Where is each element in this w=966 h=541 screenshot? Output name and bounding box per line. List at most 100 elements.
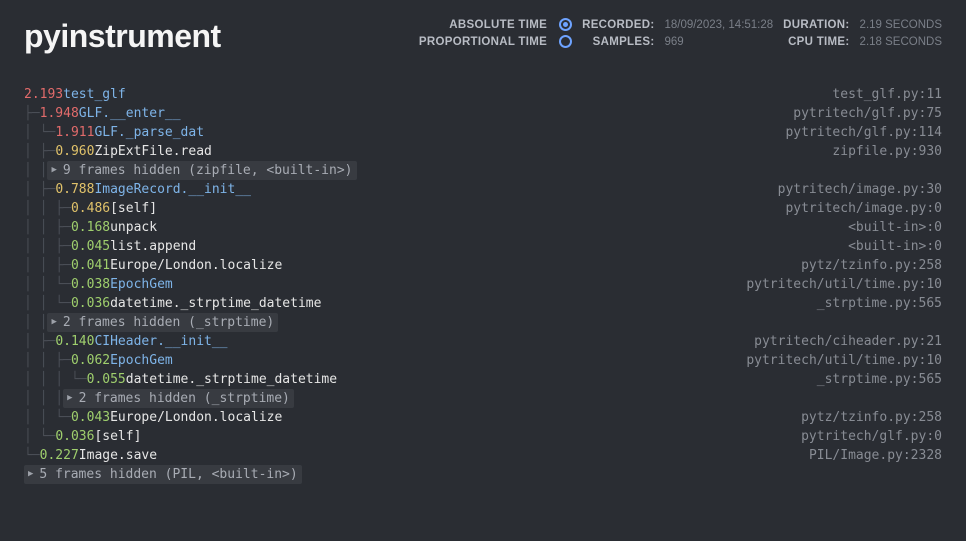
frame-time: 0.043 — [71, 408, 110, 427]
frame-location: pytritech/glf.py:75 — [793, 104, 942, 123]
frame-name: test_glf — [63, 85, 126, 104]
frame-location: <built-in>:0 — [848, 237, 942, 256]
frame-time: 0.036 — [55, 427, 94, 446]
samples-label: SAMPLES: — [582, 36, 654, 48]
frame-name: GLF.__enter__ — [79, 104, 181, 123]
frame-location: _strptime.py:565 — [817, 370, 942, 389]
frame-row[interactable]: │ │ └─ 0.036 datetime._strptime_datetime… — [24, 294, 942, 313]
frame-time: 0.055 — [87, 370, 126, 389]
expand-icon: ▶ — [51, 313, 56, 332]
frame-row[interactable]: │ ├─ 0.960 ZipExtFile.readzipfile.py:930 — [24, 142, 942, 161]
frame-row[interactable]: │ │ ├─ 0.486 [self] pytritech/image.py:0 — [24, 199, 942, 218]
frame-location: pytritech/util/time.py:10 — [746, 351, 942, 370]
hidden-frames-text: 5 frames hidden (PIL, <built-in>) — [39, 465, 297, 484]
frame-time: 0.227 — [40, 446, 79, 465]
frame-row[interactable]: │ ├─ 0.788 ImageRecord.__init__ pytritech… — [24, 180, 942, 199]
tree-guide: │ │ └─ — [24, 294, 71, 313]
frame-location: pytritech/glf.py:0 — [801, 427, 942, 446]
frame-time: 2.193 — [24, 85, 63, 104]
frame-location: pytritech/glf.py:114 — [785, 123, 942, 142]
frame-location: test_glf.py:11 — [832, 85, 942, 104]
frame-name: CIHeader.__init__ — [94, 332, 227, 351]
hidden-frames-row[interactable]: │ │ │ ▶2 frames hidden (_strptime) — [24, 389, 942, 408]
frame-row[interactable]: │ │ ├─ 0.045 list.append<built-in>:0 — [24, 237, 942, 256]
frame-time: 0.788 — [55, 180, 94, 199]
frame-time: 0.960 — [55, 142, 94, 161]
hidden-frames-row[interactable]: ▶ 5 frames hidden (PIL, <built-in>) — [24, 465, 942, 484]
frame-row[interactable]: │ │ │ └─ 0.055 datetime._strptime_dateti… — [24, 370, 942, 389]
cpu-time-value: 2.18 SECONDS — [860, 36, 942, 48]
frame-location: zipfile.py:930 — [832, 142, 942, 161]
tree-guide: │ │ │ └─ — [24, 370, 87, 389]
frame-row[interactable]: │ │ └─ 0.043 Europe/London.localizepytz/… — [24, 408, 942, 427]
frame-location: PIL/Image.py:2328 — [809, 446, 942, 465]
recorded-label: RECORDED: — [582, 19, 654, 31]
tree-guide: │ │ ├─ — [24, 237, 71, 256]
tree-guide: │ │ ├─ — [24, 256, 71, 275]
cpu-time-label: CPU TIME: — [783, 36, 849, 48]
frame-row[interactable]: ├─ 1.948 GLF.__enter__ pytritech/glf.py:7… — [24, 104, 942, 123]
tree-guide: │ ├─ — [24, 180, 55, 199]
hidden-frames-row[interactable]: │ │ ▶2 frames hidden (_strptime) — [24, 313, 942, 332]
frame-name: unpack — [110, 218, 157, 237]
tree-guide: │ ├─ — [24, 332, 55, 351]
frame-location: pytritech/util/time.py:10 — [746, 275, 942, 294]
hidden-frames-row[interactable]: │ │ ▶9 frames hidden (zipfile, <built-in… — [24, 161, 942, 180]
hidden-frames-toggle[interactable]: ▶ 5 frames hidden (PIL, <built-in>) — [24, 465, 302, 484]
frame-name: [self] — [110, 199, 157, 218]
hidden-frames-toggle[interactable]: ▶2 frames hidden (_strptime) — [63, 389, 294, 408]
frame-row[interactable]: │ └─ 0.036 [self] pytritech/glf.py:0 — [24, 427, 942, 446]
frame-time: 0.140 — [55, 332, 94, 351]
frame-time: 0.041 — [71, 256, 110, 275]
frame-name: EpochGem — [110, 351, 173, 370]
frame-name: datetime._strptime_datetime — [110, 294, 321, 313]
frame-name: EpochGem — [110, 275, 173, 294]
absolute-time-radio[interactable] — [559, 18, 572, 31]
frame-time: 0.036 — [71, 294, 110, 313]
frame-time: 0.062 — [71, 351, 110, 370]
frame-location: pytz/tzinfo.py:258 — [801, 408, 942, 427]
expand-icon: ▶ — [28, 465, 33, 484]
frame-name: ImageRecord.__init__ — [94, 180, 251, 199]
frame-time: 1.948 — [40, 104, 79, 123]
proportional-time-radio[interactable] — [559, 35, 572, 48]
tree-guide: │ └─ — [24, 427, 55, 446]
frame-row[interactable]: │ │ ├─ 0.168 unpack<built-in>:0 — [24, 218, 942, 237]
frame-row[interactable]: │ ├─ 0.140 CIHeader.__init__ pytritech/ci… — [24, 332, 942, 351]
frame-location: pytritech/image.py:30 — [778, 180, 942, 199]
frame-row[interactable]: │ │ ├─ 0.041 Europe/London.localize pytz/… — [24, 256, 942, 275]
tree-guide: │ │ ├─ — [24, 199, 71, 218]
tree-guide: │ │ — [24, 161, 47, 180]
tree-guide: │ │ │ — [24, 389, 63, 408]
frame-time: 0.168 — [71, 218, 110, 237]
frame-time: 0.486 — [71, 199, 110, 218]
tree-guide: │ └─ — [24, 123, 55, 142]
frame-row[interactable]: │ └─ 1.911 GLF._parse_dat pytritech/glf.p… — [24, 123, 942, 142]
frame-row[interactable]: │ │ └─ 0.038 EpochGempytritech/util/time… — [24, 275, 942, 294]
tree-guide: │ │ └─ — [24, 408, 71, 427]
frame-location: pytritech/ciheader.py:21 — [754, 332, 942, 351]
frame-row[interactable]: └─ 0.227 Image.savePIL/Image.py:2328 — [24, 446, 942, 465]
tree-guide: ├─ — [24, 104, 40, 123]
hidden-frames-toggle[interactable]: ▶ 2 frames hidden (_strptime) — [47, 313, 278, 332]
call-tree: 2.193 test_glftest_glf.py:11├─ 1.948 GLF… — [0, 79, 966, 484]
frame-row[interactable]: 2.193 test_glf test_glf.py:11 — [24, 85, 942, 104]
frame-name: GLF._parse_dat — [94, 123, 204, 142]
recorded-value: 18/09/2023, 14:51:28 — [664, 19, 773, 31]
frame-time: 1.911 — [55, 123, 94, 142]
hidden-frames-text: 2 frames hidden (_strptime) — [63, 313, 274, 332]
frame-name: ZipExtFile.read — [94, 142, 211, 161]
frame-name: Europe/London.localize — [110, 256, 282, 275]
hidden-frames-text: 9 frames hidden (zipfile, <built-in>) — [63, 161, 353, 180]
frame-row[interactable]: │ │ ├─ 0.062 EpochGempytritech/util/time… — [24, 351, 942, 370]
hidden-frames-toggle[interactable]: ▶9 frames hidden (zipfile, <built-in>) — [47, 161, 356, 180]
frame-name: [self] — [94, 427, 141, 446]
absolute-time-label[interactable]: ABSOLUTE TIME — [419, 19, 547, 31]
proportional-time-label[interactable]: PROPORTIONAL TIME — [419, 36, 547, 48]
frame-location: pytz/tzinfo.py:258 — [801, 256, 942, 275]
frame-name: datetime._strptime_datetime — [126, 370, 337, 389]
frame-location: <built-in>:0 — [848, 218, 942, 237]
expand-icon: ▶ — [67, 389, 72, 408]
tree-guide: │ │ └─ — [24, 275, 71, 294]
frame-location: pytritech/image.py:0 — [785, 199, 942, 218]
